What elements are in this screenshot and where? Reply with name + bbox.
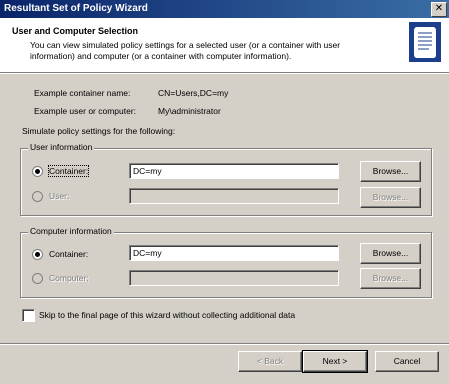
computer-field[interactable] xyxy=(129,270,339,286)
user-field[interactable] xyxy=(129,188,339,204)
footer-divider xyxy=(0,343,449,345)
user-container-radio[interactable] xyxy=(32,166,43,177)
page-description: You can view simulated policy settings f… xyxy=(30,40,341,61)
user-container-field[interactable]: DC=my xyxy=(129,163,339,179)
computer-container-radio[interactable] xyxy=(32,249,43,260)
page-title: User and Computer Selection xyxy=(12,26,139,36)
user-radio[interactable] xyxy=(32,191,43,202)
wizard-header: User and Computer Selection You can view… xyxy=(0,18,449,73)
computer-container-label[interactable]: Container: xyxy=(49,249,88,259)
rsop-scroll-icon xyxy=(409,22,441,62)
example-user-label: Example user or computer: xyxy=(34,106,137,116)
computer-information-legend: Computer information xyxy=(28,226,114,236)
computer-browse-button[interactable]: Browse... xyxy=(360,268,421,289)
user-container-label[interactable]: Container: xyxy=(47,165,90,177)
window-title: Resultant Set of Policy Wizard xyxy=(4,3,148,14)
close-icon: ✕ xyxy=(434,3,444,14)
skip-checkbox[interactable] xyxy=(22,309,35,322)
header-divider xyxy=(0,73,449,74)
example-container-value: CN=Users,DC=my xyxy=(158,88,229,98)
title-bar: Resultant Set of Policy Wizard xyxy=(0,0,449,18)
computer-container-field[interactable]: DC=my xyxy=(129,245,339,261)
computer-container-browse-button[interactable]: Browse... xyxy=(360,243,421,264)
simulate-label: Simulate policy settings for the followi… xyxy=(22,126,176,136)
user-container-browse-button[interactable]: Browse... xyxy=(360,161,421,182)
computer-label: Computer: xyxy=(49,273,89,283)
user-browse-button[interactable]: Browse... xyxy=(360,187,421,208)
computer-radio[interactable] xyxy=(32,273,43,284)
close-button[interactable]: ✕ xyxy=(431,2,447,17)
back-button[interactable]: < Back xyxy=(238,351,302,372)
cancel-button[interactable]: Cancel xyxy=(375,351,439,372)
user-label: User: xyxy=(49,191,70,201)
example-container-label: Example container name: xyxy=(34,88,131,98)
skip-label[interactable]: Skip to the final page of this wizard wi… xyxy=(39,310,295,320)
example-user-value: My\administrator xyxy=(158,106,221,116)
user-information-legend: User information xyxy=(28,142,95,152)
next-button[interactable]: Next > xyxy=(302,350,368,373)
